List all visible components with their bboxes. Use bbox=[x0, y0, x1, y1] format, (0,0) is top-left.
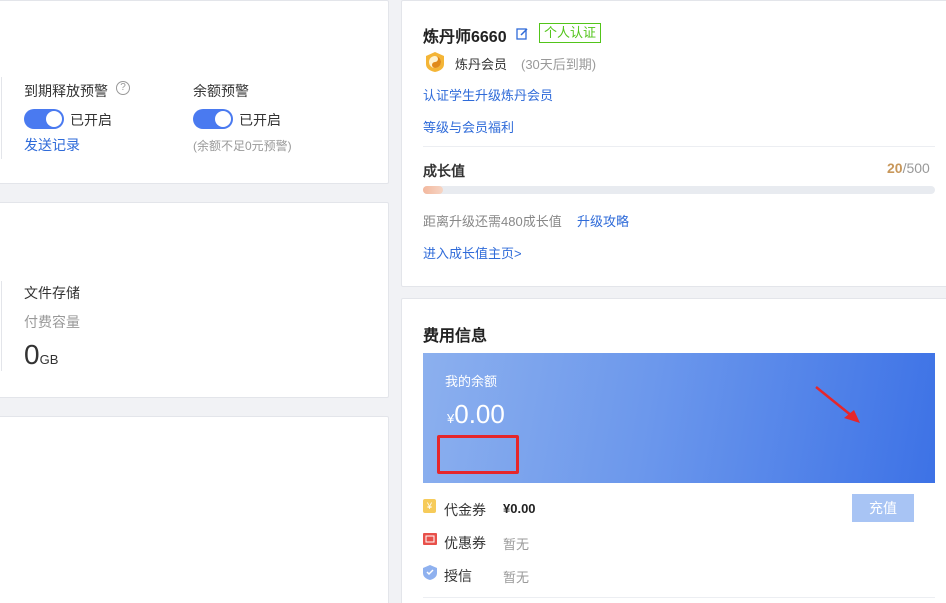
divider bbox=[423, 597, 935, 598]
upgrade-guide-link[interactable]: 升级攻略 bbox=[577, 211, 629, 230]
annotation-highlight-box bbox=[437, 435, 519, 474]
voucher-icon: ¥ bbox=[423, 499, 436, 513]
empty-card bbox=[0, 416, 389, 603]
profile-card: 炼丹师6660 个人认证 炼丹会员 (30天后到期) 认证学生升级炼丹会员 等级… bbox=[401, 0, 946, 287]
storage-title: 文件存储 bbox=[24, 285, 80, 301]
balance-value: 0.00 bbox=[454, 399, 505, 429]
credit-value: 暂无 bbox=[503, 570, 530, 585]
divider bbox=[1, 77, 2, 159]
credit-shield-icon bbox=[423, 565, 437, 580]
growth-label: 成长值 bbox=[423, 163, 465, 179]
growth-progress-fill bbox=[423, 186, 444, 194]
balance-label: 我的余额 bbox=[445, 374, 498, 389]
expiry-alert-toggle[interactable] bbox=[24, 109, 64, 129]
help-icon[interactable]: ? bbox=[116, 81, 130, 95]
coupon-label: 优惠券 bbox=[444, 535, 486, 551]
member-expiry: (30天后到期) bbox=[521, 57, 597, 72]
send-record-link[interactable]: 发送记录 bbox=[24, 135, 80, 155]
coupon-value: 暂无 bbox=[503, 537, 530, 552]
balance-alert-note: (余额不足0元预警) bbox=[193, 139, 292, 153]
growth-hint: 距离升级还需480成长值 bbox=[423, 214, 562, 229]
edit-icon[interactable] bbox=[516, 27, 529, 40]
verification-badge: 个人认证 bbox=[539, 23, 602, 43]
growth-max: /500 bbox=[902, 160, 930, 176]
storage-amount: 0GB bbox=[24, 339, 58, 371]
expiry-alert-status: 已开启 bbox=[70, 112, 112, 128]
voucher-label: 代金券 bbox=[444, 502, 486, 518]
student-upgrade-link[interactable]: 认证学生升级炼丹会员 bbox=[423, 85, 553, 104]
annotation-arrow-icon bbox=[815, 386, 860, 423]
credit-label: 授信 bbox=[444, 568, 472, 584]
divider bbox=[1, 281, 2, 371]
voucher-value: ¥0.00 bbox=[503, 501, 536, 516]
balance-alert-status: 已开启 bbox=[239, 112, 281, 128]
divider bbox=[423, 146, 935, 147]
member-name: 炼丹会员 bbox=[455, 57, 508, 72]
balance-alert-toggle[interactable] bbox=[193, 109, 233, 129]
balance-amount: ¥0.00 bbox=[447, 399, 505, 430]
recharge-button[interactable]: 充值 bbox=[852, 494, 914, 522]
storage-subtitle: 付费容量 bbox=[24, 314, 80, 330]
balance-alert-label: 余额预警 bbox=[193, 83, 249, 99]
benefits-link[interactable]: 等级与会员福利 bbox=[423, 117, 514, 136]
fee-title: 费用信息 bbox=[423, 328, 488, 345]
expiry-alert-label: 到期释放预警 bbox=[24, 83, 108, 99]
growth-score: 20/500 bbox=[887, 160, 930, 176]
growth-progress-bar bbox=[423, 186, 935, 194]
storage-unit: GB bbox=[39, 352, 59, 367]
growth-current: 20 bbox=[887, 160, 903, 176]
username: 炼丹师6660 bbox=[423, 29, 507, 46]
growth-home-link[interactable]: 进入成长值主页> bbox=[423, 243, 522, 262]
alert-settings-card: 到期释放预警 ? 已开启 发送记录 余额预警 已开启 (余额不足0元预警) bbox=[0, 0, 389, 184]
coupon-icon bbox=[423, 533, 437, 545]
storage-card: 文件存储 付费容量 0GB bbox=[0, 202, 389, 398]
member-medal-icon bbox=[426, 52, 444, 72]
storage-value: 0 bbox=[24, 339, 40, 370]
